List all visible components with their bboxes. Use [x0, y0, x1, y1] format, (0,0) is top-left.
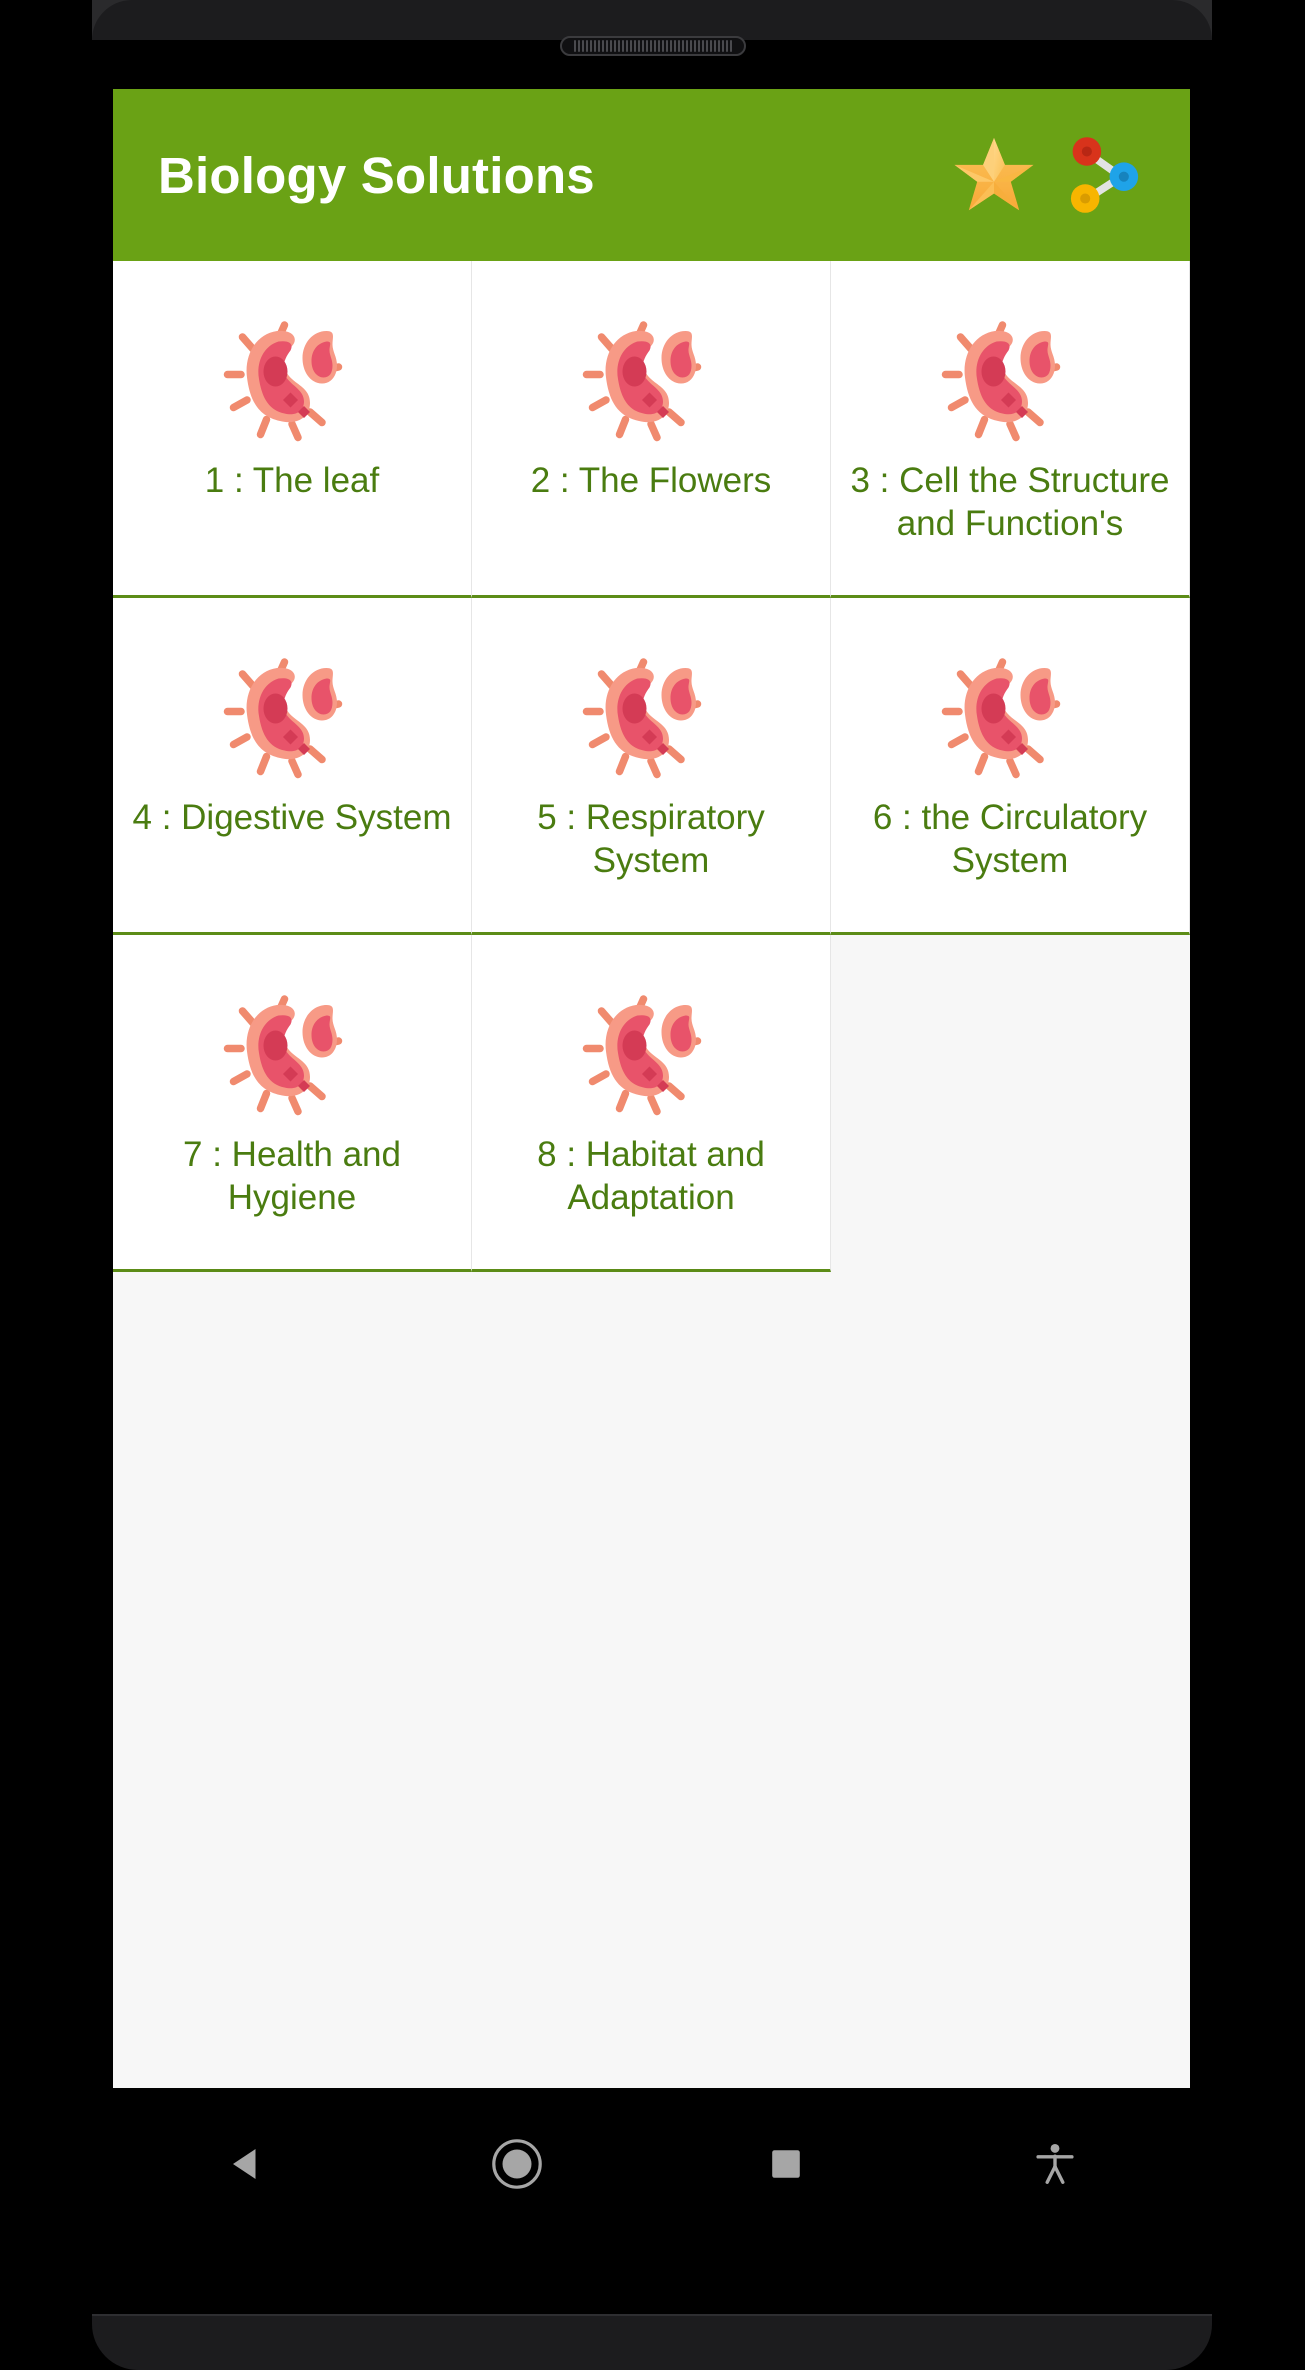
molecule-glyph	[1070, 137, 1139, 213]
chapter-card-label: 1 : The leaf	[204, 461, 380, 500]
chapter-card-label: 6 : the Circulatory System	[872, 798, 1148, 881]
chapter-card-label: 7 : Health and Hygiene	[183, 1135, 401, 1218]
nav-recents-button[interactable]	[652, 2088, 921, 2240]
chapter-card[interactable]: 4 : Digestive System	[113, 598, 472, 935]
accessibility-icon	[1036, 2143, 1074, 2184]
bacteria-icon	[941, 321, 1061, 442]
app-bar: Biology Solutions	[113, 89, 1190, 261]
back-triangle-icon	[232, 2149, 256, 2179]
home-circle-icon	[492, 2139, 542, 2189]
star-glyph	[954, 138, 1034, 211]
bacteria-icon	[223, 658, 343, 779]
grid-empty-slot	[831, 935, 1190, 1272]
chapter-grid: 1 : The leaf 2: The Flowers 3: Cell th…	[113, 261, 1190, 2088]
chapter-card[interactable]: 6 : the Circulatory System	[831, 598, 1190, 935]
chapter-card-label: 4 : Digestive System	[132, 798, 452, 837]
nav-accessibility-button[interactable]	[921, 2088, 1190, 2240]
bacteria-icon	[941, 658, 1061, 779]
android-navigation-bar	[113, 2088, 1190, 2240]
chapter-card-label: 3 : Cell the Structure and Function's	[850, 461, 1170, 544]
earpiece-speaker	[559, 36, 746, 56]
device-top-bezel	[92, 0, 1212, 40]
bacteria-icon	[582, 658, 702, 779]
favorites-star-icon[interactable]	[940, 121, 1048, 229]
chapter-card-label: 5 : Respiratory System	[537, 798, 765, 881]
chapter-card[interactable]: 5 : Respiratory System	[472, 598, 831, 935]
page-title: Biology Solutions	[158, 146, 595, 204]
phone-device-frame: Biology Solutions 1: The leaf 2: The F…	[0, 0, 1305, 2370]
chapter-card[interactable]: 1 : The leaf	[113, 261, 472, 598]
device-bottom-bezel	[92, 2314, 1212, 2370]
app-screen: Biology Solutions 1: The leaf 2: The F…	[113, 89, 1190, 2088]
recents-square-icon	[772, 2150, 800, 2178]
chapter-card[interactable]: 7 : Health and Hygiene	[113, 935, 472, 1272]
bacteria-icon	[223, 995, 343, 1116]
bacteria-icon	[582, 995, 702, 1116]
chapter-card[interactable]: 2 : The Flowers	[472, 261, 831, 598]
bacteria-icon	[223, 321, 343, 442]
nav-home-button[interactable]	[382, 2088, 651, 2240]
chapter-card[interactable]: 8 : Habitat and Adaptation	[472, 935, 831, 1272]
molecule-share-icon[interactable]	[1048, 121, 1156, 229]
nav-back-button[interactable]	[113, 2088, 382, 2240]
bacteria-icon	[582, 321, 702, 442]
chapter-card-label: 8 : Habitat and Adaptation	[537, 1135, 765, 1218]
chapter-card-label: 2 : The Flowers	[530, 461, 772, 500]
chapter-card[interactable]: 3 : Cell the Structure and Function's	[831, 261, 1190, 598]
